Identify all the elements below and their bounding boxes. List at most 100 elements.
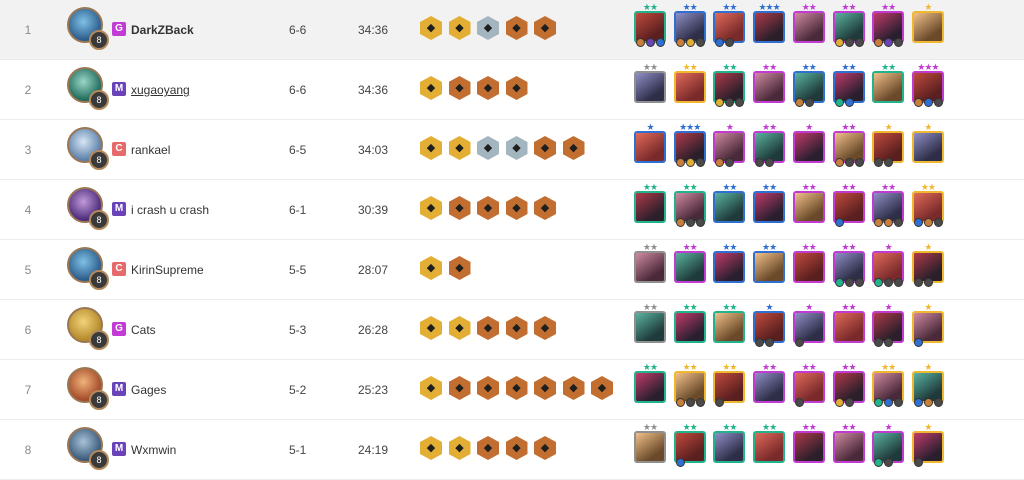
champion-portrait-icon[interactable]	[753, 371, 786, 403]
champion-portrait-icon[interactable]	[872, 71, 905, 103]
trait-icon[interactable]: ◆	[534, 136, 556, 160]
item-icon[interactable]	[894, 398, 904, 407]
item-icon[interactable]	[834, 158, 844, 167]
item-icon[interactable]	[874, 218, 884, 227]
champion-portrait-icon[interactable]	[634, 371, 666, 403]
player-name-link[interactable]: KirinSupreme	[131, 240, 204, 300]
item-icon[interactable]	[884, 338, 894, 347]
champion-portrait-icon[interactable]	[832, 431, 865, 463]
player-row[interactable]: 6 8 G Cats 5-3 26:28 ◆ ◆ ◆ ◆ ◆ ★★ ★★ ★★ ★ ★ ★★ ★ ★	[0, 300, 1024, 360]
item-icon[interactable]	[675, 458, 685, 467]
champion-portrait-icon[interactable]	[753, 431, 786, 463]
unit-slot[interactable]: ★★	[792, 360, 825, 420]
trait-icon[interactable]: ◆	[420, 136, 442, 160]
trait-icon[interactable]: ◆	[534, 376, 556, 400]
item-icon[interactable]	[894, 278, 904, 287]
unit-slot[interactable]: ★★	[832, 300, 865, 360]
unit-slot[interactable]: ★★	[832, 180, 865, 240]
item-icon[interactable]	[646, 38, 655, 47]
item-icon[interactable]	[715, 38, 725, 47]
item-icon[interactable]	[675, 218, 685, 227]
item-icon[interactable]	[923, 98, 933, 107]
trait-icon[interactable]: ◆	[534, 16, 556, 40]
player-name-link[interactable]: Cats	[131, 300, 156, 360]
trait-icon[interactable]: ◆	[505, 376, 528, 400]
unit-slot[interactable]: ★	[634, 120, 666, 180]
unit-slot[interactable]: ★★	[673, 60, 706, 120]
champion-portrait-icon[interactable]	[713, 311, 746, 343]
unit-slot[interactable]: ★★	[634, 60, 666, 120]
unit-slot[interactable]: ★★	[872, 0, 905, 60]
unit-slot[interactable]: ★	[792, 300, 825, 360]
unit-slot[interactable]: ★★	[713, 420, 746, 480]
item-icon[interactable]	[874, 458, 884, 467]
champion-portrait-icon[interactable]	[673, 311, 706, 343]
unit-slot[interactable]: ★★	[673, 0, 706, 60]
trait-icon[interactable]: ◆	[505, 136, 528, 160]
trait-icon[interactable]: ◆	[477, 196, 499, 220]
champion-portrait-icon[interactable]	[911, 131, 944, 163]
item-icon[interactable]	[685, 218, 695, 227]
unit-slot[interactable]: ★★	[753, 240, 786, 300]
item-icon[interactable]	[794, 98, 804, 107]
trait-icon[interactable]: ◆	[420, 436, 442, 460]
trait-icon[interactable]: ◆	[562, 136, 585, 160]
champion-portrait-icon[interactable]	[634, 191, 666, 223]
unit-slot[interactable]: ★★	[792, 180, 825, 240]
item-icon[interactable]	[933, 398, 943, 407]
trait-icon[interactable]: ◆	[477, 16, 499, 40]
unit-slot[interactable]: ★★	[911, 180, 944, 240]
item-icon[interactable]	[894, 218, 904, 227]
unit-slot[interactable]: ★★	[832, 420, 865, 480]
unit-slot[interactable]: ★	[792, 120, 825, 180]
item-icon[interactable]	[913, 338, 923, 347]
unit-slot[interactable]: ★★	[713, 60, 746, 120]
unit-slot[interactable]: ★	[872, 240, 905, 300]
player-row[interactable]: 3 8 Crankael 6-5 34:03 ◆ ◆ ◆ ◆ ◆ ◆ ★ ★★★ ★ ★★ ★ ★★ ★ ★	[0, 120, 1024, 180]
player-row[interactable]: 2 8 Mxugaoyang 6-6 34:36 ◆ ◆ ◆ ◆ ★★ ★★ ★★ ★★ ★★ ★★ ★★ ★★…	[0, 60, 1024, 120]
item-icon[interactable]	[874, 158, 884, 167]
unit-slot[interactable]: ★★★	[753, 0, 786, 60]
unit-slot[interactable]: ★★	[673, 180, 706, 240]
trait-icon[interactable]: ◆	[448, 376, 471, 400]
item-icon[interactable]	[834, 98, 844, 107]
item-icon[interactable]	[933, 98, 943, 107]
item-icon[interactable]	[913, 458, 923, 467]
trait-icon[interactable]: ◆	[420, 316, 442, 340]
unit-slot[interactable]: ★★	[872, 180, 905, 240]
item-icon[interactable]	[675, 398, 685, 407]
item-icon[interactable]	[874, 398, 884, 407]
item-icon[interactable]	[695, 398, 705, 407]
trait-icon[interactable]: ◆	[505, 76, 528, 100]
item-icon[interactable]	[884, 458, 894, 467]
item-icon[interactable]	[844, 278, 854, 287]
champion-portrait-icon[interactable]	[713, 251, 746, 283]
trait-icon[interactable]: ◆	[477, 136, 499, 160]
trait-icon[interactable]: ◆	[534, 436, 556, 460]
champion-portrait-icon[interactable]	[673, 71, 706, 103]
item-icon[interactable]	[933, 218, 943, 227]
unit-slot[interactable]: ★★	[792, 60, 825, 120]
item-icon[interactable]	[913, 218, 923, 227]
item-icon[interactable]	[884, 278, 894, 287]
unit-slot[interactable]: ★★	[832, 120, 865, 180]
item-icon[interactable]	[923, 218, 933, 227]
player-name-link[interactable]: xugaoyang	[131, 60, 190, 120]
champion-portrait-icon[interactable]	[753, 11, 786, 43]
trait-icon[interactable]: ◆	[420, 76, 442, 100]
player-row[interactable]: 1 8 G DarkZBack 6-6 34:36 ◆ ◆ ◆ ◆ ◆ ★★ ★★ ★★ ★★★ ★★ ★★ ★★…	[0, 0, 1024, 60]
item-icon[interactable]	[844, 398, 854, 407]
champion-portrait-icon[interactable]	[673, 251, 706, 283]
item-icon[interactable]	[884, 218, 894, 227]
champion-portrait-icon[interactable]	[634, 431, 666, 463]
champion-portrait-icon[interactable]	[792, 131, 825, 163]
trait-icon[interactable]: ◆	[448, 76, 471, 100]
unit-slot[interactable]: ★★	[634, 0, 666, 60]
item-icon[interactable]	[884, 38, 894, 47]
player-name-link[interactable]: DarkZBack	[131, 0, 194, 60]
champion-portrait-icon[interactable]	[792, 251, 825, 283]
trait-icon[interactable]: ◆	[448, 16, 471, 40]
item-icon[interactable]	[794, 338, 804, 347]
item-icon[interactable]	[755, 338, 765, 347]
player-row[interactable]: 48Mi crash u crash 6-1 30:39 ◆ ◆ ◆ ◆ ◆ ★★ ★★ ★★ ★★ ★…	[0, 180, 1024, 240]
